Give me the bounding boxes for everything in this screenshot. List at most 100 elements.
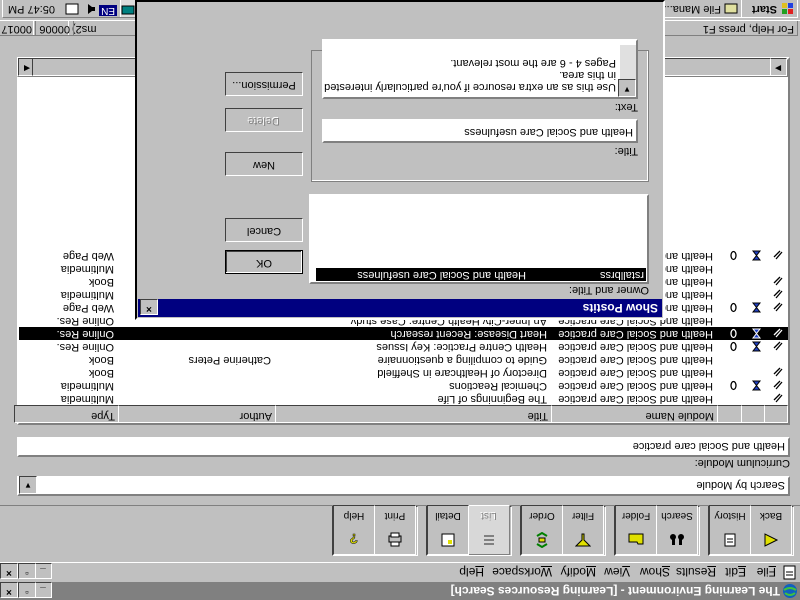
order-button[interactable]: Order: [521, 505, 563, 555]
title-label: Title:: [614, 145, 638, 157]
cell-type: Multimedia: [60, 263, 114, 275]
cell-module: Health and Social Care practice: [558, 354, 713, 366]
new-button[interactable]: New: [225, 152, 303, 176]
search-group: Search Folder: [614, 505, 700, 556]
postit-title-field[interactable]: Health and Social Care usefulness: [322, 119, 638, 143]
dropdown-arrow-icon[interactable]: ▼: [19, 476, 37, 494]
cell-title: Heart Disease: Recent research: [390, 328, 547, 340]
hourglass-icon: [751, 250, 762, 261]
search-mode-value: Search by Module: [696, 479, 785, 491]
postit-text-area[interactable]: ▼ Use this as an extra resource if you'r…: [322, 39, 638, 99]
cell-title: Chemical Reactions: [449, 380, 547, 392]
column-header-title[interactable]: Title: [271, 405, 552, 423]
cell-type: Multimedia: [60, 289, 114, 301]
search-mode-select[interactable]: Search by Module ▼: [17, 476, 790, 496]
cell-type: Web Page: [62, 250, 114, 262]
folder-icon: [628, 533, 644, 545]
table-row[interactable]: Health and Social Care practice Guide to …: [19, 353, 788, 366]
hourglass-icon: [751, 328, 762, 339]
detail-button[interactable]: Detail: [427, 505, 469, 555]
menu-modify[interactable]: Modify: [561, 565, 596, 579]
postit-list-item[interactable]: rstallbrss Health and Social Care useful…: [316, 268, 646, 281]
curriculum-module-field[interactable]: Health and Social care practice: [17, 437, 790, 457]
nav-group: Back History: [708, 505, 794, 556]
cell-type: Multimedia: [60, 380, 114, 392]
column-header-type[interactable]: Type: [14, 405, 119, 423]
order-icon: [536, 532, 548, 548]
column-header-author[interactable]: Author: [114, 405, 276, 423]
cell-module: Health and Social Care practice: [558, 380, 713, 392]
cell-module: Health and Social Care practice: [558, 341, 713, 353]
filter-button[interactable]: Filter: [562, 505, 604, 555]
cell-type: Web Page: [62, 302, 114, 314]
window-title: The Learning Environment - [Learning Res…: [450, 584, 780, 598]
list-button[interactable]: List: [468, 505, 510, 555]
key-icon: [730, 341, 737, 352]
table-row[interactable]: Health and Social Care practice Directory…: [19, 366, 788, 379]
curriculum-module-label: Curriculum Module:: [694, 457, 790, 469]
dialog-close-button[interactable]: ×: [140, 299, 158, 315]
cancel-button[interactable]: Cancel: [225, 218, 303, 242]
paperclip-icon: [773, 289, 783, 299]
menu-bar: File Edit Results Show View Modify Works…: [0, 563, 800, 582]
menu-workspace[interactable]: Workspace: [492, 565, 552, 579]
cell-module: Health and Social Care practice: [558, 367, 713, 379]
folder-button[interactable]: Folder: [615, 505, 657, 555]
minimize-button[interactable]: _: [34, 582, 52, 598]
child-close-button[interactable]: ×: [0, 563, 18, 579]
back-button[interactable]: Back: [750, 505, 792, 555]
text-scrollbar[interactable]: ▼: [618, 45, 636, 97]
table-row[interactable]: Health and Social Care practice Chemical …: [19, 379, 788, 392]
menu-edit[interactable]: Edit: [725, 565, 746, 579]
menu-results[interactable]: Results: [676, 565, 716, 579]
postit-list[interactable]: rstallbrss Health and Social Care useful…: [309, 194, 649, 284]
window-title-bar[interactable]: The Learning Environment - [Learning Res…: [0, 582, 800, 600]
dialog-title: Show Postits: [582, 301, 658, 315]
svg-text:?: ?: [349, 532, 358, 547]
permission-button[interactable]: Permission...: [225, 72, 303, 96]
close-button[interactable]: ×: [0, 582, 18, 598]
child-restore-button[interactable]: ▫: [18, 563, 36, 579]
column-header-module[interactable]: Module Name: [547, 405, 718, 423]
ok-button[interactable]: OK: [225, 250, 303, 274]
table-row[interactable]: Health and Social Care practice The Begin…: [19, 392, 788, 405]
maximize-button[interactable]: ▫: [18, 582, 36, 598]
menu-show[interactable]: Show: [640, 565, 670, 579]
cell-module: Health and Social Care practice: [558, 328, 713, 340]
owner-title-label: Owner and Title:: [568, 284, 649, 296]
dialog-title-bar[interactable]: Show Postits ×: [138, 299, 662, 317]
table-row[interactable]: Health and Social Care practice Health Ce…: [19, 340, 788, 353]
cell-title: Health Centre Practice: Key Issues: [376, 341, 547, 353]
search-button[interactable]: Search: [656, 505, 698, 555]
history-icon: [724, 533, 736, 547]
windows-logo-icon: [782, 3, 793, 14]
printer-icon: [388, 532, 402, 547]
menu-view[interactable]: View: [604, 565, 630, 579]
history-button[interactable]: History: [709, 505, 751, 555]
curriculum-module-value: Health and Social care practice: [632, 440, 785, 452]
cell-type: Multimedia: [60, 393, 114, 405]
schedule-icon[interactable]: [65, 3, 79, 15]
scroll-down-icon[interactable]: ▼: [618, 79, 636, 97]
file-manager-icon: [724, 3, 738, 14]
paperclip-icon: [773, 328, 783, 338]
key-icon: [730, 380, 737, 391]
list-icon: [484, 535, 494, 545]
table-row[interactable]: Health and Social Care practice Heart Dis…: [19, 327, 788, 340]
misc-group: Print ? Help: [332, 505, 418, 556]
menu-file[interactable]: File: [757, 565, 776, 579]
paperclip-icon: [773, 380, 783, 390]
clock[interactable]: 05:47 PM: [8, 3, 55, 15]
volume-icon[interactable]: [83, 3, 97, 15]
paperclip-icon: [773, 367, 783, 377]
cell-author: Catherine Peters: [188, 354, 271, 366]
language-indicator[interactable]: EN: [99, 5, 117, 16]
help-button[interactable]: ? Help: [333, 505, 375, 555]
delete-button[interactable]: Delete: [225, 108, 303, 132]
print-button[interactable]: Print: [374, 505, 416, 555]
cell-type: Online Res.: [56, 328, 114, 340]
child-minimize-button[interactable]: _: [34, 563, 52, 579]
scroll-right-icon[interactable]: ▶: [769, 58, 787, 76]
cell-type: Online Res.: [56, 341, 114, 353]
menu-help[interactable]: Help: [459, 565, 484, 579]
